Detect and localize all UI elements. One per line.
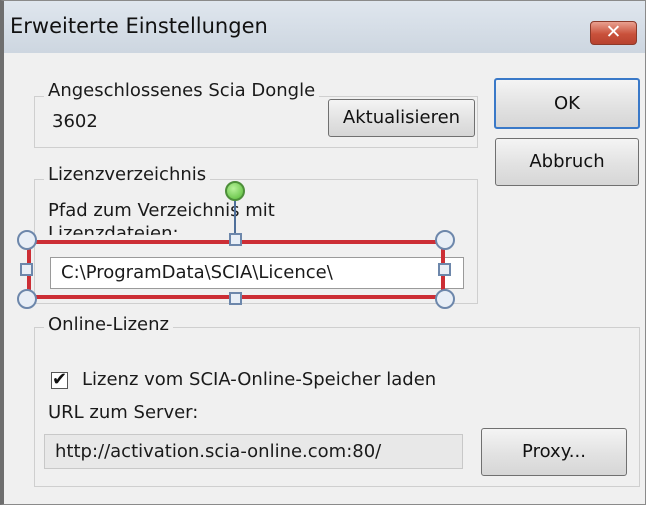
dialog-title: Erweiterte Einstellungen — [10, 14, 268, 38]
online-license-checkbox[interactable]: ✔ — [51, 369, 68, 390]
close-button[interactable]: ✕ — [590, 21, 637, 45]
license-directory-legend: Lizenzverzeichnis — [44, 164, 211, 185]
server-url-field[interactable]: http://activation.scia-online.com:80/ — [44, 434, 463, 469]
dongle-id: 3602 — [52, 111, 98, 132]
refresh-button[interactable]: Aktualisieren — [328, 99, 475, 137]
rotate-handle-stem — [234, 197, 236, 237]
resize-handle-top-left[interactable] — [17, 230, 37, 250]
server-url-label: URL zum Server: — [48, 402, 199, 423]
resize-handle-left[interactable] — [20, 263, 33, 276]
license-path-label-line1: Pfad zum Verzeichnis mit — [48, 200, 275, 221]
resize-handle-bottom-left[interactable] — [17, 289, 37, 309]
proxy-button[interactable]: Proxy... — [481, 428, 627, 476]
online-license-checkbox-label: Lizenz vom SCIA-Online-Speicher laden — [82, 369, 437, 390]
title-bar: Erweiterte Einstellungen ✕ — [4, 1, 645, 53]
dongle-group-legend: Angeschlossenes Scia Dongle — [44, 80, 320, 101]
resize-handle-bottom-right[interactable] — [435, 289, 455, 309]
license-path-label-line2: Lizenzdateien: — [48, 223, 179, 235]
close-icon: ✕ — [605, 21, 622, 43]
selection-outline — [27, 240, 445, 299]
dialog-window: Erweiterte Einstellungen ✕ Angeschlossen… — [0, 0, 646, 505]
resize-handle-top-right[interactable] — [435, 230, 455, 250]
check-icon: ✔ — [52, 369, 68, 390]
resize-handle-bottom[interactable] — [229, 292, 242, 305]
resize-handle-right[interactable] — [438, 263, 451, 276]
resize-handle-top[interactable] — [229, 233, 242, 246]
cancel-button[interactable]: Abbruch — [495, 138, 639, 186]
online-license-legend: Online-Lizenz — [44, 314, 173, 335]
ok-button[interactable]: OK — [494, 78, 640, 129]
rotate-handle[interactable] — [225, 181, 245, 201]
